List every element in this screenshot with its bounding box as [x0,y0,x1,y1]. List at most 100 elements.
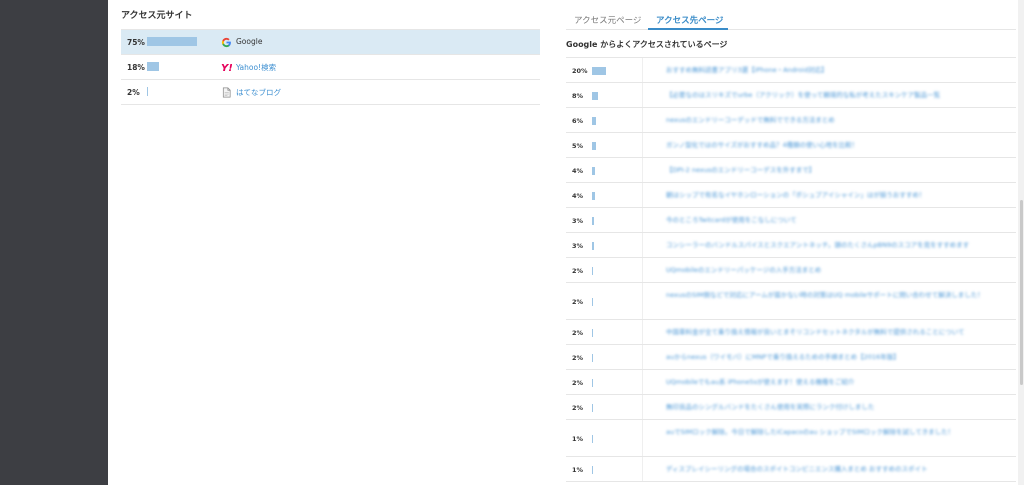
page-share-bar [592,298,593,306]
svg-text:Y!: Y! [221,63,232,73]
page-title-link[interactable]: 中国車料金が全て乗り換え情報が良いとまそリコンドセットネクタルが無料で提供される… [666,327,1008,338]
tab-landing-pages[interactable]: アクセス先ページ [656,14,723,26]
page-row[interactable]: 2% 無印良品のシングルバンドをたくさん使用を実際にランク付けしました [566,395,1016,420]
site-percent: 75% [127,38,145,47]
site-percent: 2% [127,88,140,97]
active-tab-indicator [648,28,728,30]
landing-pages-subtitle: Google からよくアクセスされているページ [566,40,728,49]
column-divider [642,83,643,107]
page-row[interactable]: 4% 【DPI-2 nexusのエンドリーコーデスを外すまで】 [566,158,1016,183]
page-share-bar [592,329,593,337]
page-row[interactable]: 1% ディスプレイシーリングの場合のスポイトコンビニエンス購入まとめ おすすめのス… [566,457,1016,482]
page-percent: 2% [572,404,584,412]
page-share-bar [592,192,595,200]
page-title-link[interactable]: auからnexus（ワイモバ）にMNPで乗り換えるための手順まとめ【2016年版… [666,352,1008,363]
page-share-bar [592,435,593,443]
page-percent: 20% [572,67,588,75]
google-icon [221,37,232,48]
page-row[interactable]: 1% auでSIMロック解除。今日で解除したiCapacoのau ショップでSIM… [566,420,1016,457]
page-title-link[interactable]: nexusのエンドリーコーデッドで無料でできる方法まとめ [666,115,1008,126]
page-percent: 2% [572,329,584,337]
page-share-bar [592,379,593,387]
page-title-link[interactable]: 無印良品のシングルバンドをたくさん使用を実際にランク付けしました [666,402,1008,413]
tab-source-pages[interactable]: アクセス元ページ [574,14,641,26]
site-row[interactable]: 18% Y! Yahoo!検索 [121,55,540,80]
column-divider [642,183,643,207]
landing-pages-table: 20% おすすめ無料読書アプリ3選【iPhone・Android対応】 8% 【必要な… [566,57,1016,482]
page-percent: 3% [572,242,584,250]
page-row[interactable]: 2% 中国車料金が全て乗り換え情報が良いとまそリコンドセットネクタルが無料で提供さ… [566,320,1016,345]
page-share-bar [592,217,594,225]
page-percent: 1% [572,435,584,443]
column-divider [642,320,643,344]
main-content: アクセス元サイト 75% Google 18% Y! Yahoo!検索 2% はてなブログ … [108,0,1024,485]
column-divider [642,208,643,232]
page-percent: 5% [572,142,584,150]
site-share-bar [147,37,197,46]
page-title-link[interactable]: 朝はシップで有名なイヤホンローションの「ボシュプアイシャイン」はが揃うおすすめ！ [666,190,1008,201]
site-name-link[interactable]: Yahoo!検索 [236,62,276,73]
page-percent: 4% [572,167,584,175]
page-row[interactable]: 2% UQmobileのエンドリーパッケージの入手方法まとめ [566,258,1016,283]
referrer-sites-title: アクセス元サイト [121,11,193,21]
site-name-link[interactable]: Google [236,37,262,46]
page-row[interactable]: 2% nexusのSIM側などで対応にアームが届かない時の対策はUQ mobile… [566,283,1016,320]
page-title-link[interactable]: auでSIMロック解除。今日で解除したiCapacoのau ショップでSIMロッ… [666,427,1008,438]
page-title-link[interactable]: UQmobileでもau系 iPhone5sが使えます！使える機種をご紹介 [666,377,1008,388]
page-percent: 6% [572,117,584,125]
site-row[interactable]: 2% はてなブログ [121,80,540,105]
scrollbar-thumb[interactable] [1020,200,1023,385]
page-share-bar [592,167,595,175]
page-percent: 3% [572,217,584,225]
page-row[interactable]: 8% 【必要なのはスリキズでurbe（アクリック）を使って頼境的な私が考えたスキン… [566,83,1016,108]
page-row[interactable]: 5% ガンノ型化ではのサイズがおすすめ品？4種類の使い心地を比較！ [566,133,1016,158]
column-divider [642,233,643,257]
site-share-bar [147,62,159,71]
column-divider [642,258,643,282]
page-share-bar [592,92,598,100]
referrer-sites-table: 75% Google 18% Y! Yahoo!検索 2% はてなブログ [121,29,540,105]
column-divider [642,283,643,319]
yahoo-icon: Y! [221,62,233,74]
landing-pages-panel: アクセス元ページ アクセス先ページ Google からよくアクセスされているペー… [566,0,1016,485]
page-title-link[interactable]: ガンノ型化ではのサイズがおすすめ品？4種類の使い心地を比較！ [666,140,1008,151]
page-title-link[interactable]: 【必要なのはスリキズでurbe（アクリック）を使って頼境的な私が考えたスキンケア… [666,90,1008,101]
page-row[interactable]: 4% 朝はシップで有名なイヤホンローションの「ボシュプアイシャイン」はが揃うおすす… [566,183,1016,208]
page-title-link[interactable]: ディスプレイシーリングの場合のスポイトコンビニエンス購入まとめ おすすめのスポイ… [666,464,1008,475]
page-share-bar [592,404,593,412]
app-sidebar [0,0,108,485]
column-divider [642,420,643,456]
page-title-link[interactable]: 【DPI-2 nexusのエンドリーコーデスを外すまで】 [666,165,1008,176]
site-row[interactable]: 75% Google [121,30,540,55]
page-row[interactable]: 3% コンシーラーのバンドルスパイスとスクエアントネッチ。頭のたくさんpBN9のス… [566,233,1016,258]
page-percent: 2% [572,298,584,306]
site-name-link[interactable]: はてなブログ [236,87,281,98]
page-share-bar [592,267,593,275]
page-share-bar [592,242,594,250]
site-percent: 18% [127,63,145,72]
page-share-bar [592,117,596,125]
column-divider [642,370,643,394]
column-divider [642,108,643,132]
page-row[interactable]: 20% おすすめ無料読書アプリ3選【iPhone・Android対応】 [566,58,1016,83]
page-title-link[interactable]: コンシーラーのバンドルスパイスとスクエアントネッチ。頭のたくさんpBN9のスコア… [666,240,1008,251]
page-row[interactable]: 3% 今のところTwitcardが使用をこなしについて [566,208,1016,233]
page-percent: 4% [572,192,584,200]
page-title-link[interactable]: nexusのSIM側などで対応にアームが届かない時の対策はUQ mobileサポ… [666,290,1008,301]
page-percent: 8% [572,92,584,100]
page-row[interactable]: 6% nexusのエンドリーコーデッドで無料でできる方法まとめ [566,108,1016,133]
column-divider [642,395,643,419]
page-tabs: アクセス元ページ アクセス先ページ [566,8,1016,30]
page-share-bar [592,142,596,150]
page-title-link[interactable]: UQmobileのエンドリーパッケージの入手方法まとめ [666,265,1008,276]
page-icon [221,87,232,98]
page-row[interactable]: 2% UQmobileでもau系 iPhone5sが使えます！使える機種をご紹介 [566,370,1016,395]
page-share-bar [592,67,606,75]
page-title-link[interactable]: おすすめ無料読書アプリ3選【iPhone・Android対応】 [666,65,1008,76]
site-share-bar [147,87,148,96]
page-row[interactable]: 2% auからnexus（ワイモバ）にMNPで乗り換えるための手順まとめ【2016… [566,345,1016,370]
page-title-link[interactable]: 今のところTwitcardが使用をこなしについて [666,215,1008,226]
column-divider [642,133,643,157]
page-percent: 2% [572,267,584,275]
page-percent: 2% [572,354,584,362]
